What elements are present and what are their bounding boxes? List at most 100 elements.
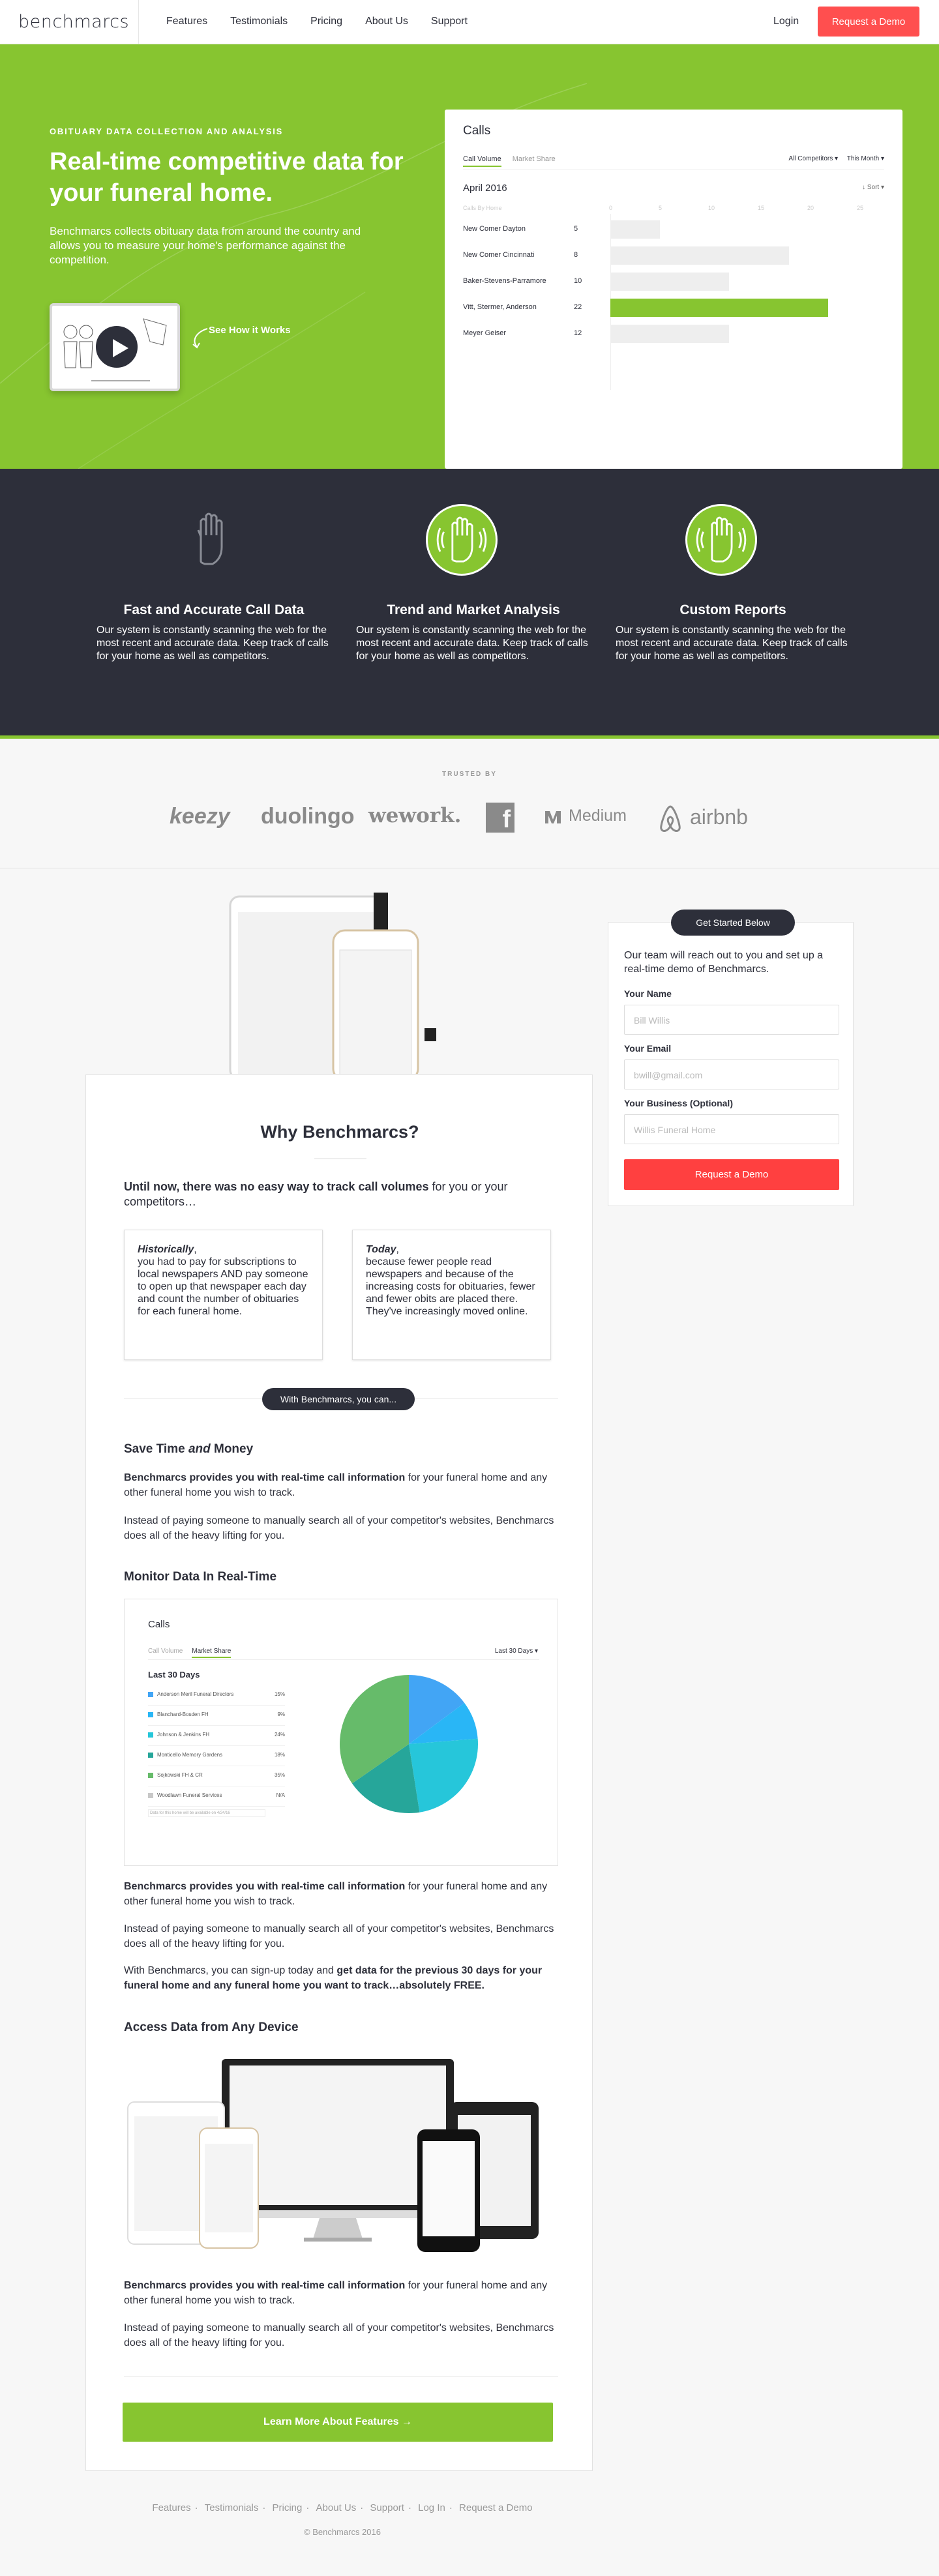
access-p1: Benchmarcs provides you with real-time c… xyxy=(124,2280,548,2306)
top-nav: benchmarcs Features Testimonials Pricing… xyxy=(0,0,939,44)
legend-swatch xyxy=(148,1692,153,1697)
nav-links: Features Testimonials Pricing About Us S… xyxy=(166,16,490,27)
trusted-label: TRUSTED BY xyxy=(442,771,497,778)
footer-link-about[interactable]: About Us xyxy=(316,2502,357,2513)
login-link[interactable]: Login xyxy=(773,16,799,27)
name-field[interactable]: Bill Willis xyxy=(624,1005,839,1035)
legend-item: Sojkowski FH & CR 35% xyxy=(148,1766,285,1786)
tab-call-volume[interactable]: Call Volume xyxy=(463,155,501,167)
access-title: Access Data from Any Device xyxy=(124,2021,299,2034)
footer-link-demo[interactable]: Request a Demo xyxy=(459,2502,533,2513)
monitor-p2: Instead of paying someone to manually se… xyxy=(124,1923,554,1949)
hero-title: Real-time competitive data for your fune… xyxy=(50,148,404,207)
legend-label: Johnson & Jenkins FH xyxy=(157,1732,210,1738)
market-share-pie xyxy=(340,1675,478,1813)
nav-link-testimonials[interactable]: Testimonials xyxy=(230,16,288,27)
feature-text: Our system is constantly scanning the we… xyxy=(616,625,848,662)
nav-link-features[interactable]: Features xyxy=(166,16,207,27)
market-share-card: Calls Call Volume Market Share Last 30 D… xyxy=(124,1599,558,1866)
tab-market-share[interactable]: Market Share xyxy=(513,155,556,163)
category-label: Vitt, Stermer, Anderson xyxy=(463,303,537,311)
legend-item: Woodlawn Funeral Services N/A xyxy=(148,1786,285,1807)
demo-form: Get Started Below Our team will reach ou… xyxy=(608,910,854,1206)
sort-dropdown[interactable]: ↓ Sort ▾ xyxy=(862,184,884,191)
features-section: Fast and Accurate Call Data Our system i… xyxy=(0,469,939,739)
x-tick-label: 25 xyxy=(857,205,864,211)
access-p2: Instead of paying someone to manually se… xyxy=(124,2322,554,2348)
monitor-title: Monitor Data In Real-Time xyxy=(124,1570,277,1584)
legend-swatch xyxy=(148,1753,153,1758)
legend-label: Monticello Memory Gardens xyxy=(157,1752,223,1758)
footer-link-support[interactable]: Support xyxy=(370,2502,404,2513)
legend-value: N/A xyxy=(276,1792,285,1798)
bar xyxy=(610,273,730,291)
legend-swatch xyxy=(148,1793,153,1798)
calls-card: Calls Call Volume Market Share All Compe… xyxy=(445,110,902,469)
category-label: New Comer Cincinnati xyxy=(463,251,535,259)
calls-tabs: Call Volume Market Share xyxy=(463,155,556,167)
legend-label: Sojkowski FH & CR xyxy=(157,1772,203,1778)
feature-title: Fast and Accurate Call Data xyxy=(123,602,305,617)
legend-item: Johnson & Jenkins FH 24% xyxy=(148,1726,285,1746)
footer-links: Features · Testimonials · Pricing · About U… xyxy=(152,2502,533,2513)
category-label: Baker-Stevens-Parramore xyxy=(463,277,546,285)
x-tick-label: 0 xyxy=(609,205,613,211)
legend-item: Monticello Memory Gardens 18% xyxy=(148,1746,285,1766)
tab-market-share[interactable]: Market Share xyxy=(192,1648,231,1658)
logo-duolingo: duolingo xyxy=(261,804,355,829)
bar-row: Meyer Geiser 12 xyxy=(463,325,884,343)
legend-value: 9% xyxy=(277,1711,285,1717)
share-tabs: Call Volume Market Share xyxy=(148,1648,231,1658)
medium-icon xyxy=(543,808,563,826)
hero-description: Benchmarcs collects obituary data from a… xyxy=(50,225,361,266)
divider xyxy=(148,1659,539,1660)
nav-link-about[interactable]: About Us xyxy=(365,16,408,27)
feature-text: Our system is constantly scanning the we… xyxy=(97,625,329,662)
legend-swatch xyxy=(148,1732,153,1738)
email-label: Your Email xyxy=(624,1043,672,1054)
legend-label: Anderson Meril Funeral Directors xyxy=(157,1691,234,1697)
play-icon[interactable] xyxy=(94,324,140,370)
hero-section: OBITUARY DATA COLLECTION AND ANALYSIS Re… xyxy=(0,44,939,469)
with-benchmarcs-pill: With Benchmarcs, you can... xyxy=(262,1388,415,1410)
calls-title: Calls xyxy=(463,124,491,138)
historically-title: Historically xyxy=(138,1244,194,1255)
period-filter[interactable]: This Month ▾ xyxy=(847,155,884,162)
legend-value: 18% xyxy=(274,1752,285,1758)
tab-call-volume[interactable]: Call Volume xyxy=(148,1648,183,1655)
see-how-link[interactable]: See How it Works xyxy=(209,325,291,336)
x-tick-label: 15 xyxy=(758,205,765,211)
today-text: because fewer people read newspapers and… xyxy=(366,1256,535,1317)
category-label: New Comer Dayton xyxy=(463,225,526,233)
submit-demo-button[interactable]: Request a Demo xyxy=(624,1159,839,1190)
x-tick-label: 20 xyxy=(807,205,814,211)
footer-link-features[interactable]: Features xyxy=(152,2502,190,2513)
competitor-filter[interactable]: All Competitors ▾ xyxy=(788,155,838,162)
category-label: Meyer Geiser xyxy=(463,329,507,337)
video-thumbnail[interactable] xyxy=(50,303,180,391)
footer-link-login[interactable]: Log In xyxy=(418,2502,445,2513)
logo[interactable]: benchmarcs xyxy=(18,12,129,32)
bar-row: Vitt, Stermer, Anderson 22 xyxy=(463,299,884,317)
x-tick-label: 10 xyxy=(708,205,715,211)
value-label: 10 xyxy=(574,277,582,285)
footer-link-testimonials[interactable]: Testimonials xyxy=(205,2502,259,2513)
nav-link-pricing[interactable]: Pricing xyxy=(310,16,342,27)
devices-illustration xyxy=(127,2059,539,2252)
legend-value: 15% xyxy=(274,1691,285,1697)
why-lead: Until now, there was no easy way to trac… xyxy=(124,1179,558,1209)
bar xyxy=(610,220,660,239)
share-period[interactable]: Last 30 Days ▾ xyxy=(495,1648,538,1655)
save-time-title: Save Time and Money xyxy=(124,1442,254,1456)
learn-more-button[interactable]: Learn More About Features → xyxy=(123,2403,553,2442)
business-field[interactable]: Willis Funeral Home xyxy=(624,1114,839,1144)
request-demo-button[interactable]: Request a Demo xyxy=(818,7,919,37)
footer-link-pricing[interactable]: Pricing xyxy=(273,2502,303,2513)
why-card: Why Benchmarcs? Until now, there was no … xyxy=(85,1074,593,2471)
monitor-p1: Benchmarcs provides you with real-time c… xyxy=(124,1881,548,1907)
share-heading: Last 30 Days xyxy=(148,1670,200,1680)
legend-swatch xyxy=(148,1773,153,1778)
nav-link-support[interactable]: Support xyxy=(431,16,468,27)
column-header: Calls By Home xyxy=(463,205,502,211)
email-field[interactable]: bwill@gmail.com xyxy=(624,1059,839,1089)
